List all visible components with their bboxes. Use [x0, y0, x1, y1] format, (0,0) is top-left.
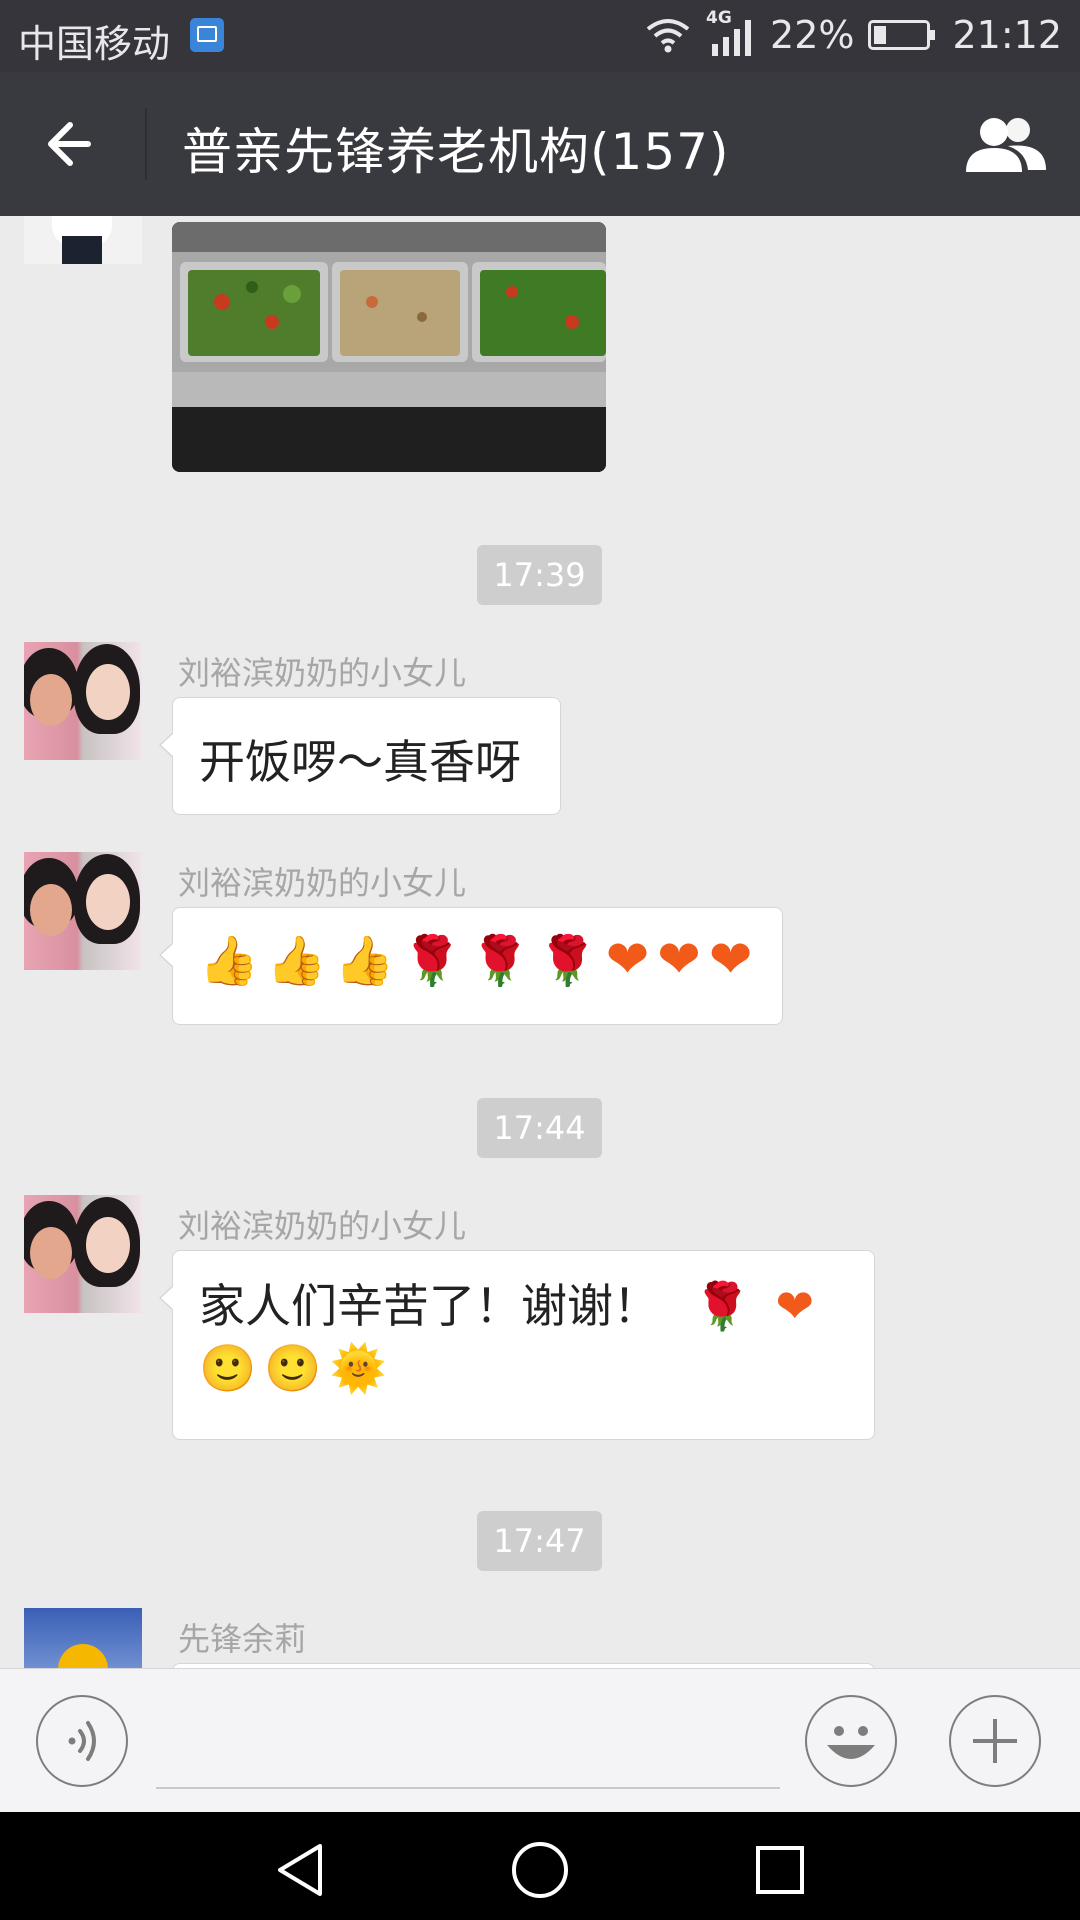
chat-header: 普亲先锋养老机构(157) [0, 72, 1080, 216]
battery-percent: 22% [770, 13, 855, 57]
time-divider: 17:44 [477, 1098, 602, 1158]
food-tray-photo[interactable] [172, 222, 606, 472]
message-bubble[interactable]: 开饭啰～真香呀 [159, 697, 561, 815]
plus-icon [973, 1719, 1017, 1763]
voice-input-button[interactable] [36, 1695, 128, 1787]
thumbs-up-icon: 👍 [266, 932, 327, 989]
message-bubble[interactable]: 家人们辛苦了！谢谢！ 🌹 ❤ 🙂 🙂 🌞 [159, 1250, 875, 1440]
rose-icon: 🌹 [693, 1279, 751, 1333]
system-nav-bar [0, 1812, 1080, 1920]
heart-icon: ❤ [657, 930, 701, 990]
signal-icon: 4G [706, 8, 756, 56]
message-text: 家人们辛苦了！谢谢！ [199, 1279, 659, 1333]
sender-name: 先锋余莉 [178, 1620, 307, 1658]
clock: 21:12 [952, 13, 1062, 57]
nav-back-icon[interactable] [270, 1840, 330, 1900]
nav-home-icon[interactable] [510, 1840, 570, 1900]
thumbs-up-icon: 👍 [199, 932, 259, 989]
header-divider [145, 108, 147, 180]
smiley-person-icon: 🙂 [199, 1341, 257, 1395]
sender-name: 刘裕滨奶奶的小女儿 [178, 1207, 467, 1245]
heart-icon: ❤ [775, 1279, 815, 1333]
time-divider: 17:39 [477, 545, 602, 605]
smiley-person-icon: 🙂 [264, 1341, 322, 1395]
rose-icon: 🌹 [537, 932, 598, 989]
back-arrow-icon[interactable] [40, 112, 104, 176]
wifi-icon [646, 19, 690, 53]
voice-input-icon [68, 1721, 96, 1761]
rose-icon: 🌹 [402, 932, 463, 989]
sun-icon: 🌞 [329, 1341, 387, 1395]
message-text: 开饭啰～真香呀 [199, 735, 521, 789]
sender-name: 刘裕滨奶奶的小女儿 [178, 864, 467, 902]
time-divider: 17:47 [477, 1511, 602, 1571]
message-input[interactable] [156, 1787, 780, 1789]
emoji-icon [827, 1726, 875, 1759]
gallery-notification-icon [190, 18, 224, 52]
heart-icon: ❤ [708, 930, 753, 990]
avatar[interactable] [24, 1608, 142, 1668]
thumbs-up-icon: 👍 [334, 932, 395, 989]
heart-icon: ❤ [605, 930, 650, 990]
input-bar [0, 1668, 1080, 1813]
avatar[interactable] [24, 216, 142, 264]
status-bar: 中国移动 4G 22% 21:12 [0, 0, 1080, 72]
more-options-button[interactable] [949, 1695, 1041, 1787]
rose-icon: 🌹 [470, 932, 530, 989]
battery-icon [868, 20, 936, 50]
message-bubble[interactable]: 👍 👍 👍 🌹 🌹 🌹 ❤ ❤ ❤ [159, 907, 783, 1025]
message-list[interactable]: 17:39 刘裕滨奶奶的小女儿 开饭啰～真香呀 刘裕滨奶奶的小女儿 👍 👍 👍 … [0, 216, 1080, 1668]
nav-recents-icon[interactable] [750, 1840, 810, 1900]
group-title: 普亲先锋养老机构(157) [182, 123, 730, 181]
avatar[interactable] [24, 852, 142, 970]
avatar[interactable] [24, 1195, 142, 1313]
avatar[interactable] [24, 642, 142, 760]
emoji-row: 👍 👍 👍 🌹 🌹 🌹 ❤ ❤ ❤ [199, 930, 756, 990]
emoji-button[interactable] [805, 1695, 897, 1787]
group-members-icon[interactable] [962, 112, 1048, 176]
carrier-name: 中国移动 [18, 22, 171, 66]
sender-name: 刘裕滨奶奶的小女儿 [178, 654, 467, 692]
